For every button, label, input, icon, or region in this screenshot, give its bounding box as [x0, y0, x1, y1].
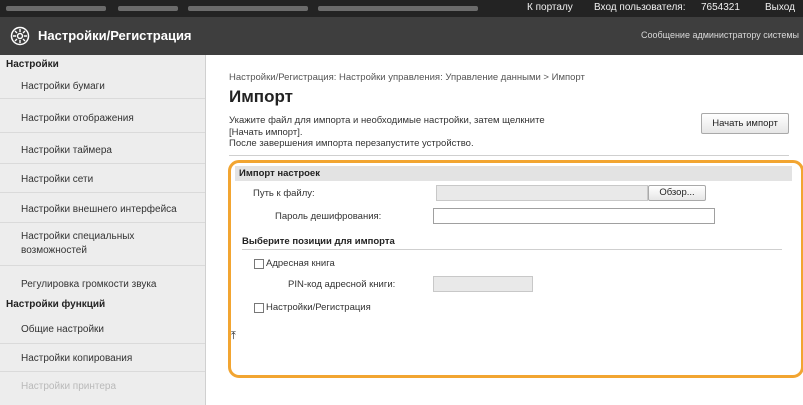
login-user-label: Вход пользователя: — [594, 2, 686, 13]
obscured-text — [188, 6, 308, 11]
sidebar-item-printer[interactable]: Настройки принтера — [21, 380, 201, 394]
instruction-line: Укажите файл для импорта и необходимые н… — [229, 115, 545, 126]
sidebar-item-label: возможностей — [21, 245, 87, 256]
instruction-line: После завершения импорта перезапустите у… — [229, 138, 474, 149]
sidebar-item-display[interactable]: Настройки отображения — [21, 112, 201, 126]
divider — [242, 249, 782, 250]
settings-registration-checkbox[interactable] — [254, 302, 264, 313]
file-path-label: Путь к файлу: — [253, 188, 315, 199]
admin-message-link[interactable]: Сообщение администратору системы — [641, 30, 799, 40]
instructions: Укажите файл для импорта и необходимые н… — [229, 115, 599, 150]
divider — [0, 343, 205, 344]
divider — [0, 371, 205, 372]
address-book-checkbox[interactable] — [254, 258, 264, 269]
breadcrumb: Настройки/Регистрация: Настройки управле… — [229, 72, 585, 83]
address-book-pin-label: PIN-код адресной книги: — [288, 279, 396, 290]
divider — [0, 192, 205, 193]
top-arrow-icon[interactable]: ⤒ — [231, 330, 236, 343]
address-book-pin-input[interactable] — [433, 276, 533, 292]
address-book-option[interactable]: Адресная книга — [254, 258, 335, 269]
user-id: 7654321 — [701, 2, 740, 13]
divider — [0, 132, 205, 133]
import-settings-header: Импорт настроек — [235, 166, 792, 181]
sidebar-item-copy[interactable]: Настройки копирования — [21, 352, 201, 366]
address-book-label: Адресная книга — [266, 258, 335, 269]
sidebar-item-timer[interactable]: Настройки таймера — [21, 144, 201, 158]
file-path-field[interactable] — [436, 185, 648, 201]
decrypt-password-label: Пароль дешифрования: — [275, 211, 382, 222]
portal-link[interactable]: К порталу — [527, 2, 573, 13]
divider — [0, 222, 205, 223]
sidebar-section-functions: Настройки функций — [6, 299, 106, 310]
page-title: Импорт — [229, 87, 293, 106]
divider — [0, 163, 205, 164]
sidebar-section-settings: Настройки — [6, 59, 59, 70]
sidebar-item-label: Настройки специальных — [21, 231, 135, 242]
top-bar: К порталу Вход пользователя: 7654321 Вых… — [0, 0, 803, 17]
sidebar-item-network[interactable]: Настройки сети — [21, 173, 201, 187]
settings-gear-icon — [10, 26, 30, 46]
obscured-text — [318, 6, 478, 11]
main-content: Настройки/Регистрация: Настройки управле… — [206, 55, 803, 405]
app-title: Настройки/Регистрация — [38, 28, 192, 43]
obscured-text — [118, 6, 178, 11]
browse-button[interactable]: Обзор... — [648, 185, 706, 201]
obscured-text — [6, 6, 106, 11]
divider — [0, 98, 205, 99]
divider — [229, 155, 789, 156]
sidebar: Настройки Настройки бумаги Настройки ото… — [0, 55, 206, 405]
logout-link[interactable]: Выход — [765, 2, 795, 13]
sidebar-item-accessibility[interactable]: Настройки специальных возможностей — [21, 230, 201, 258]
settings-registration-label: Настройки/Регистрация — [266, 302, 371, 313]
sidebar-item-paper[interactable]: Настройки бумаги — [21, 80, 201, 94]
start-import-button[interactable]: Начать импорт — [701, 113, 789, 134]
settings-registration-option[interactable]: Настройки/Регистрация — [254, 302, 371, 313]
select-items-title: Выберите позиции для импорта — [242, 236, 395, 247]
sidebar-item-external-interface[interactable]: Настройки внешнего интерфейса — [21, 203, 201, 217]
instruction-line: [Начать импорт]. — [229, 126, 303, 138]
sidebar-item-common[interactable]: Общие настройки — [21, 323, 201, 337]
sidebar-item-volume[interactable]: Регулировка громкости звука — [21, 278, 201, 292]
divider — [0, 265, 205, 266]
decrypt-password-input[interactable] — [433, 208, 715, 224]
header: Настройки/Регистрация Сообщение админист… — [0, 17, 803, 55]
